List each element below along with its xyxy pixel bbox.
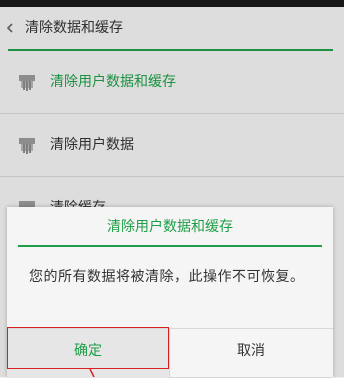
dialog-title: 清除用户数据和缓存 <box>107 219 233 235</box>
confirm-button[interactable]: 确定 <box>7 329 169 378</box>
dialog-button-bar: 确定 取消 <box>7 328 333 378</box>
dialog-message: 您的所有数据将被清除，此操作不可恢复。 <box>29 269 305 285</box>
cancel-button[interactable]: 取消 <box>170 329 332 378</box>
dialog-title-divider <box>18 245 322 247</box>
confirm-dialog: 清除用户数据和缓存 您的所有数据将被清除，此操作不可恢复。 确定 取消 <box>7 207 333 378</box>
